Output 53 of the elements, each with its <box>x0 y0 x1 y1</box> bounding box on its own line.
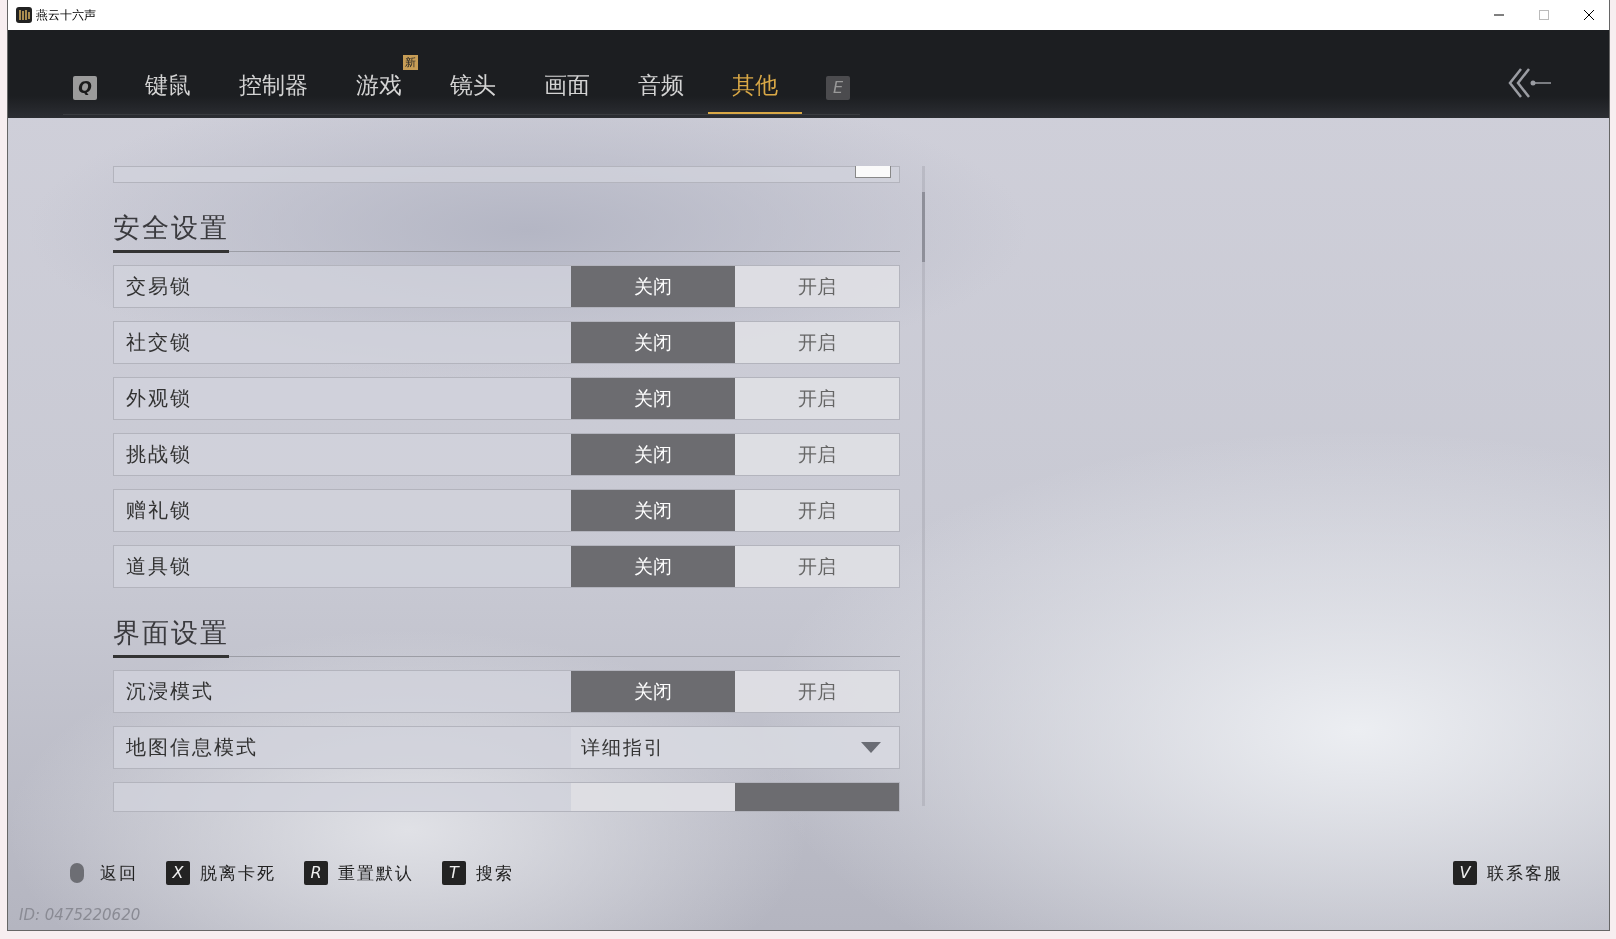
hint-label[interactable]: 脱离卡死 <box>200 861 276 885</box>
hint-label[interactable]: 搜索 <box>476 861 514 885</box>
toggle-option[interactable]: 开启 <box>735 378 899 419</box>
mouse-icon <box>70 863 84 883</box>
maximize-icon[interactable] <box>1538 9 1550 21</box>
new-badge: 新 <box>403 55 418 70</box>
setting-label: 沉浸模式 <box>125 678 215 705</box>
toggle-option[interactable] <box>735 783 899 811</box>
setting-label: 道具锁 <box>125 553 193 580</box>
setting-label: 赠礼锁 <box>125 497 193 524</box>
toggle-option[interactable]: 开启 <box>735 434 899 475</box>
key-badge[interactable]: T <box>442 861 466 885</box>
window-title: 燕云十六声 <box>36 6 96 24</box>
hint-label[interactable]: 重置默认 <box>338 861 414 885</box>
scrollbar-thumb[interactable] <box>922 192 925 262</box>
tab[interactable]: 镜头 <box>426 54 520 114</box>
support-link[interactable]: 联系客服 <box>1487 861 1563 885</box>
toggle-option[interactable]: 开启 <box>735 671 899 712</box>
toggle-option[interactable]: 关闭 <box>571 266 735 307</box>
section-heading: 界面设置 <box>113 615 229 658</box>
tab[interactable]: 游戏 新 <box>332 54 426 114</box>
tab[interactable]: 其他 <box>708 54 802 114</box>
toggle-option[interactable]: 开启 <box>735 322 899 363</box>
toggle-option[interactable]: 开启 <box>735 546 899 587</box>
toggle-option[interactable]: 关闭 <box>571 322 735 363</box>
checkbox[interactable] <box>855 166 891 178</box>
tab[interactable]: 音频 <box>614 54 708 114</box>
toggle-option[interactable]: 关闭 <box>571 378 735 419</box>
caret-icon <box>861 741 881 754</box>
setting-label: 交易锁 <box>125 273 193 300</box>
setting-label: 地图信息模式 <box>125 734 259 761</box>
toggle-option[interactable] <box>571 783 735 811</box>
tab[interactable]: 键鼠 <box>121 54 215 114</box>
key-badge[interactable]: X <box>166 861 190 885</box>
tab[interactable]: 控制器 <box>215 54 332 114</box>
tab[interactable]: 画面 <box>520 54 614 114</box>
toggle-option[interactable]: 关闭 <box>571 546 735 587</box>
setting-label: 挑战锁 <box>125 441 193 468</box>
hint-label[interactable]: 返回 <box>100 861 138 885</box>
key-badge[interactable]: Q <box>73 76 97 100</box>
key-badge[interactable]: V <box>1453 861 1477 885</box>
close-icon[interactable] <box>1583 9 1595 21</box>
dropdown[interactable]: 详细指引 <box>571 727 899 768</box>
toggle-option[interactable]: 关闭 <box>571 671 735 712</box>
setting-label: 外观锁 <box>125 385 193 412</box>
toggle-option[interactable]: 开启 <box>735 490 899 531</box>
setting-label: 社交锁 <box>125 329 193 356</box>
app-logo-icon <box>16 7 32 23</box>
toggle-option[interactable]: 关闭 <box>571 490 735 531</box>
toggle-option[interactable]: 开启 <box>735 266 899 307</box>
toggle-option[interactable]: 关闭 <box>571 434 735 475</box>
section-heading: 安全设置 <box>113 210 229 253</box>
key-badge[interactable]: R <box>304 861 328 885</box>
